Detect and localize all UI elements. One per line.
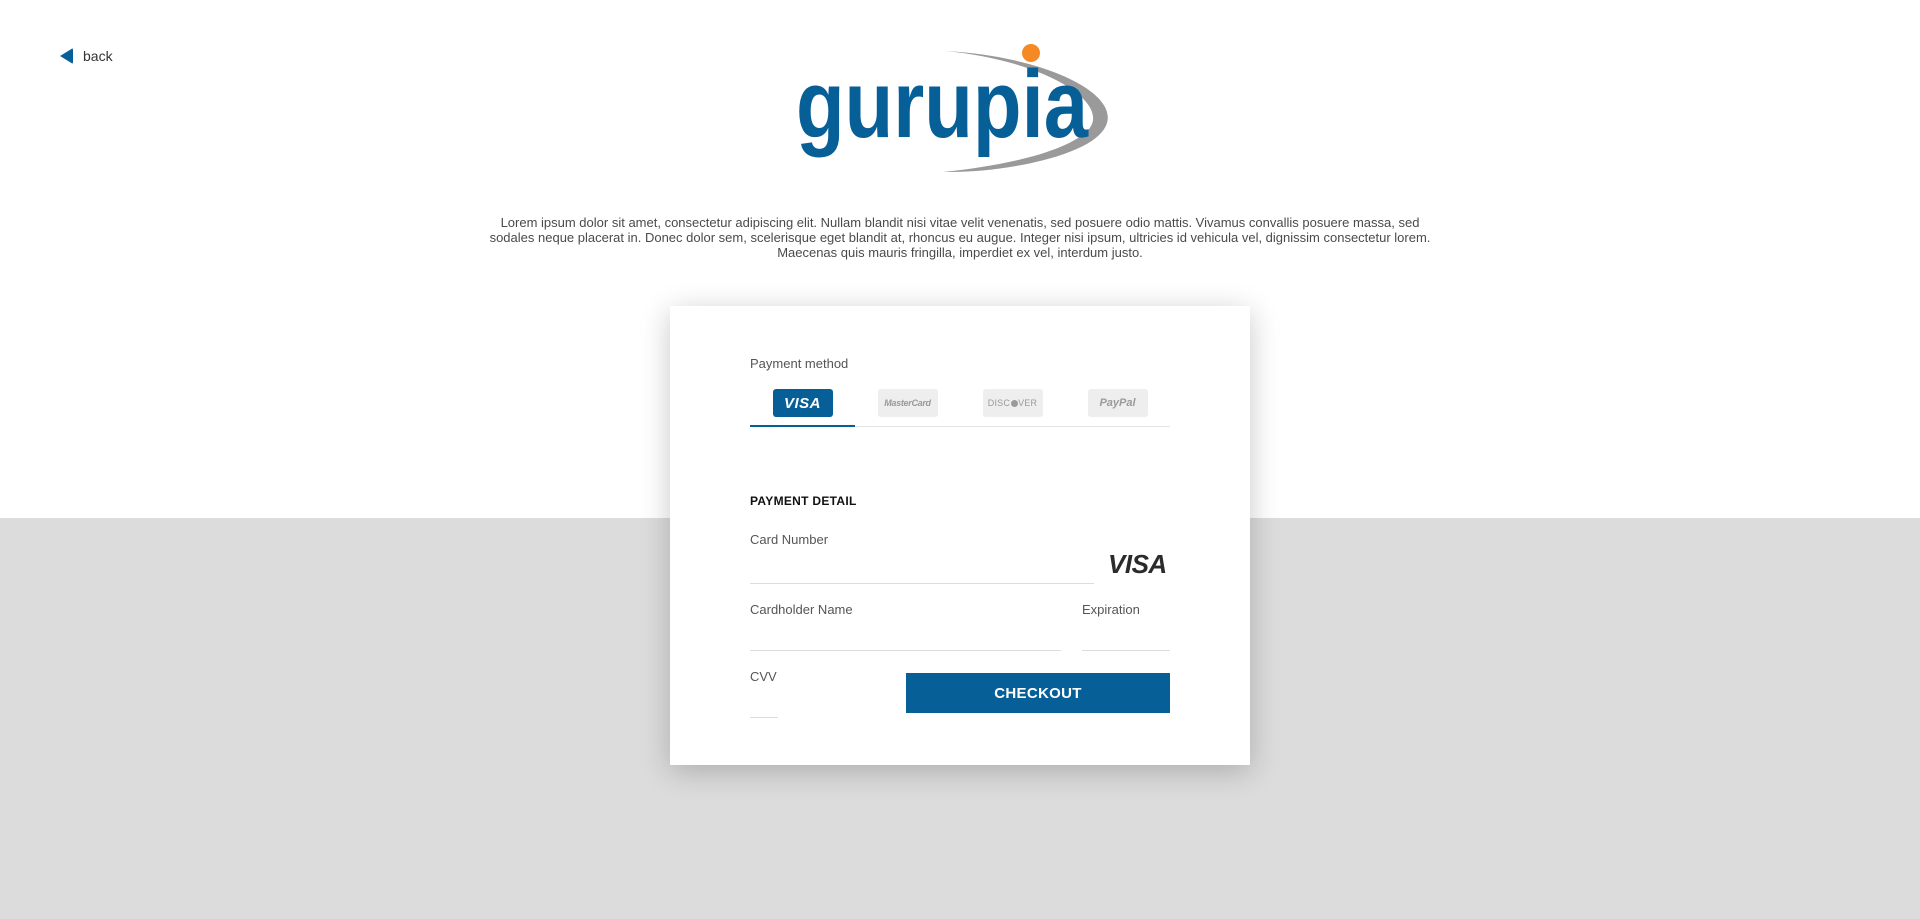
payment-method-label: Payment method: [750, 356, 849, 371]
checkout-button[interactable]: CHECKOUT: [906, 673, 1170, 713]
expiration-input[interactable]: [1082, 626, 1170, 651]
checkout-page: back gurupia Lorem ipsum dolor sit amet,…: [0, 0, 1920, 919]
tab-discover[interactable]: DISC VER: [960, 382, 1065, 426]
cvv-input[interactable]: [750, 693, 778, 718]
tab-visa[interactable]: VISA: [750, 382, 855, 427]
intro-paragraph: Lorem ipsum dolor sit amet, consectetur …: [489, 215, 1431, 260]
tab-mastercard[interactable]: MasterCard: [855, 382, 960, 426]
paypal-icon: PayPal: [1087, 389, 1148, 417]
payment-card: Payment method VISA MasterCard DISC VER P…: [670, 306, 1250, 765]
card-brand-visa-icon: VISA: [1108, 549, 1167, 579]
expiration-label: Expiration: [1082, 602, 1140, 617]
back-link[interactable]: back: [60, 48, 113, 64]
payment-detail-title: PAYMENT DETAIL: [750, 494, 857, 508]
mastercard-icon: MasterCard: [877, 389, 938, 417]
discover-dot-icon: [1010, 399, 1018, 407]
payment-method-tabs: VISA MasterCard DISC VER PayPal: [750, 382, 1170, 427]
card-number-input[interactable]: [750, 559, 1094, 584]
cardholder-name-label: Cardholder Name: [750, 602, 853, 617]
logo-wordmark: gurupia: [796, 51, 1089, 158]
cardholder-name-input[interactable]: [750, 626, 1061, 651]
visa-icon: VISA: [772, 389, 833, 417]
cvv-label: CVV: [750, 669, 777, 684]
back-arrow-icon: [60, 48, 73, 64]
logo-dot: [1022, 44, 1040, 62]
tab-paypal[interactable]: PayPal: [1065, 382, 1170, 426]
back-label: back: [83, 48, 113, 64]
gurupia-logo: gurupia: [796, 44, 1108, 173]
card-number-label: Card Number: [750, 532, 829, 547]
discover-icon: DISC VER: [982, 389, 1043, 417]
